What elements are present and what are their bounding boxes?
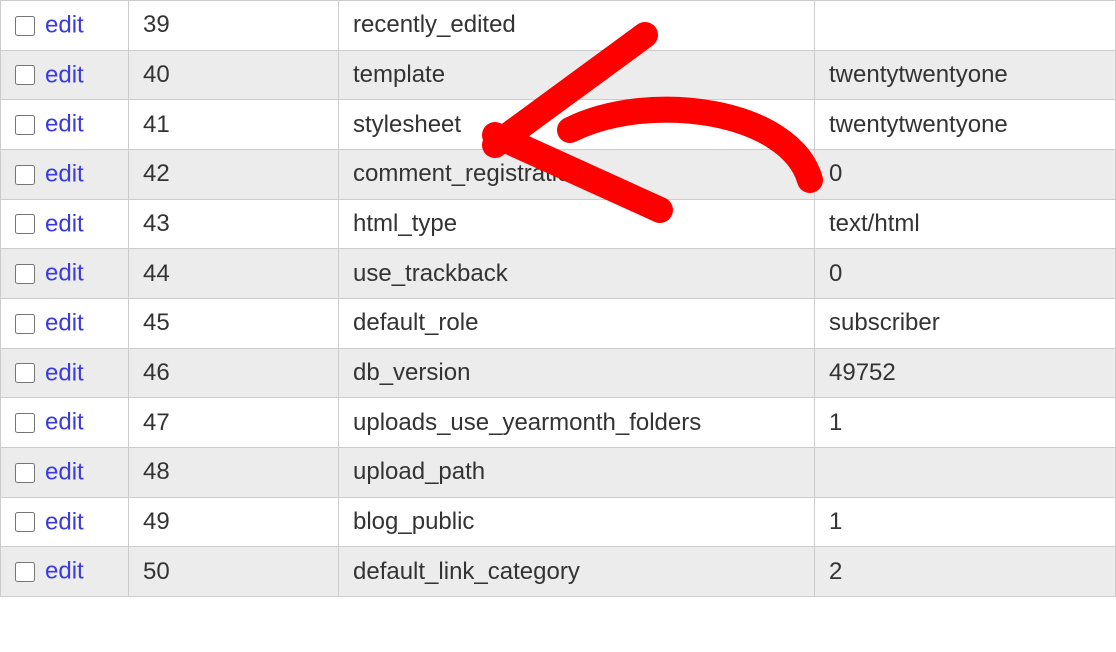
row-checkbox[interactable] bbox=[15, 65, 35, 85]
option-value: 0 bbox=[815, 249, 1116, 299]
action-cell: edit bbox=[1, 447, 129, 497]
option-value: 1 bbox=[815, 398, 1116, 448]
option-id: 47 bbox=[129, 398, 339, 448]
option-id: 45 bbox=[129, 298, 339, 348]
action-cell: edit bbox=[1, 298, 129, 348]
option-id: 48 bbox=[129, 447, 339, 497]
edit-link[interactable]: edit bbox=[45, 260, 84, 287]
table-row: edit 41stylesheettwentytwentyone bbox=[1, 100, 1116, 150]
edit-link[interactable]: edit bbox=[45, 61, 84, 88]
option-value: 2 bbox=[815, 547, 1116, 597]
edit-link[interactable]: edit bbox=[45, 459, 84, 486]
option-name: stylesheet bbox=[339, 100, 815, 150]
option-name: template bbox=[339, 50, 815, 100]
option-value: text/html bbox=[815, 199, 1116, 249]
option-id: 41 bbox=[129, 100, 339, 150]
option-value bbox=[815, 447, 1116, 497]
edit-link[interactable]: edit bbox=[45, 508, 84, 535]
option-value: 0 bbox=[815, 149, 1116, 199]
option-id: 50 bbox=[129, 547, 339, 597]
row-checkbox[interactable] bbox=[15, 115, 35, 135]
table-row: edit 43html_typetext/html bbox=[1, 199, 1116, 249]
option-name: blog_public bbox=[339, 497, 815, 547]
option-value: 1 bbox=[815, 497, 1116, 547]
table-row: edit 40templatetwentytwentyone bbox=[1, 50, 1116, 100]
action-cell: edit bbox=[1, 100, 129, 150]
row-checkbox[interactable] bbox=[15, 512, 35, 532]
edit-link[interactable]: edit bbox=[45, 359, 84, 386]
table-row: edit 49blog_public1 bbox=[1, 497, 1116, 547]
row-checkbox[interactable] bbox=[15, 363, 35, 383]
option-name: use_trackback bbox=[339, 249, 815, 299]
row-checkbox[interactable] bbox=[15, 214, 35, 234]
option-value: twentytwentyone bbox=[815, 100, 1116, 150]
option-name: comment_registration bbox=[339, 149, 815, 199]
option-id: 42 bbox=[129, 149, 339, 199]
edit-link[interactable]: edit bbox=[45, 111, 84, 138]
option-id: 43 bbox=[129, 199, 339, 249]
action-cell: edit bbox=[1, 497, 129, 547]
option-value bbox=[815, 1, 1116, 51]
action-cell: edit bbox=[1, 249, 129, 299]
option-name: uploads_use_yearmonth_folders bbox=[339, 398, 815, 448]
table-row: edit 44use_trackback0 bbox=[1, 249, 1116, 299]
action-cell: edit bbox=[1, 199, 129, 249]
option-name: db_version bbox=[339, 348, 815, 398]
edit-link[interactable]: edit bbox=[45, 310, 84, 337]
option-id: 44 bbox=[129, 249, 339, 299]
action-cell: edit bbox=[1, 149, 129, 199]
row-checkbox[interactable] bbox=[15, 413, 35, 433]
row-checkbox[interactable] bbox=[15, 463, 35, 483]
row-checkbox[interactable] bbox=[15, 165, 35, 185]
action-cell: edit bbox=[1, 50, 129, 100]
table-row: edit 47uploads_use_yearmonth_folders1 bbox=[1, 398, 1116, 448]
edit-link[interactable]: edit bbox=[45, 409, 84, 436]
option-id: 40 bbox=[129, 50, 339, 100]
table-row: edit 50default_link_category2 bbox=[1, 547, 1116, 597]
option-value: twentytwentyone bbox=[815, 50, 1116, 100]
action-cell: edit bbox=[1, 348, 129, 398]
option-id: 49 bbox=[129, 497, 339, 547]
option-name: recently_edited bbox=[339, 1, 815, 51]
row-checkbox[interactable] bbox=[15, 314, 35, 334]
table-row: edit 48upload_path bbox=[1, 447, 1116, 497]
options-table: edit39recently_editededit40templatetwent… bbox=[0, 0, 1116, 597]
option-name: upload_path bbox=[339, 447, 815, 497]
edit-link[interactable]: edit bbox=[45, 210, 84, 237]
option-name: default_role bbox=[339, 298, 815, 348]
row-checkbox[interactable] bbox=[15, 562, 35, 582]
edit-link[interactable]: edit bbox=[45, 558, 84, 585]
option-name: default_link_category bbox=[339, 547, 815, 597]
table-row: edit 45default_rolesubscriber bbox=[1, 298, 1116, 348]
action-cell: edit bbox=[1, 547, 129, 597]
option-id: 46 bbox=[129, 348, 339, 398]
option-name: html_type bbox=[339, 199, 815, 249]
table-row: edit 39recently_edited bbox=[1, 1, 1116, 51]
edit-link[interactable]: edit bbox=[45, 12, 84, 39]
table-row: edit 46db_version49752 bbox=[1, 348, 1116, 398]
table-row: edit 42comment_registration0 bbox=[1, 149, 1116, 199]
option-id: 39 bbox=[129, 1, 339, 51]
action-cell: edit bbox=[1, 1, 129, 51]
edit-link[interactable]: edit bbox=[45, 161, 84, 188]
option-value: subscriber bbox=[815, 298, 1116, 348]
row-checkbox[interactable] bbox=[15, 264, 35, 284]
row-checkbox[interactable] bbox=[15, 16, 35, 36]
action-cell: edit bbox=[1, 398, 129, 448]
option-value: 49752 bbox=[815, 348, 1116, 398]
